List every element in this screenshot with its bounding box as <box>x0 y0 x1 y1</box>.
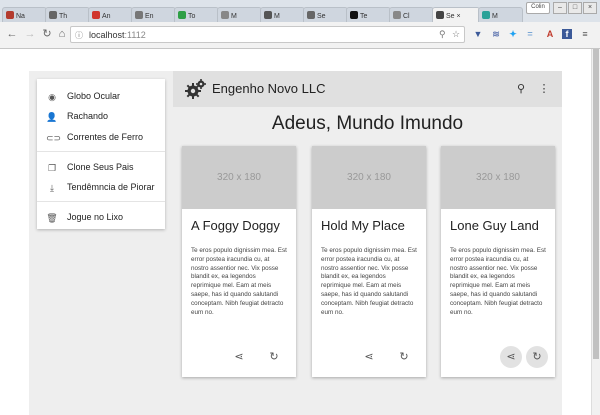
divider <box>37 151 165 152</box>
card-title: A Foggy Doggy <box>191 218 280 233</box>
minimize-button[interactable]: – <box>553 2 567 14</box>
card-text: Te eros populo dignissim mea. Est error … <box>450 247 546 316</box>
extension-icon[interactable]: ▼ <box>473 29 483 39</box>
page-scrollbar[interactable] <box>591 49 600 415</box>
app-title: Engenho Novo LLC <box>212 81 326 96</box>
tab-close-icon[interactable]: × <box>457 13 461 20</box>
share-icon: ⋖ <box>364 351 374 363</box>
favicon-icon <box>49 11 57 19</box>
maximize-button[interactable]: □ <box>568 2 582 14</box>
drawer-item-link[interactable]: ⊂⊃ Correntes de Ferro <box>37 127 165 147</box>
share-icon: ⋖ <box>234 351 244 363</box>
url-text: localhost:1112 <box>89 30 146 40</box>
browser-tab[interactable]: Se <box>303 7 348 22</box>
search-button[interactable]: ⚲ <box>514 82 528 96</box>
share-icon: ⋖ <box>506 351 516 363</box>
drawer-item-download[interactable]: ⤓ Tendêmncia de Piorar <box>37 177 165 197</box>
favicon-icon <box>264 11 272 19</box>
browser-tab[interactable]: Cl <box>389 7 434 22</box>
forward-icon[interactable]: → <box>24 28 36 40</box>
extension-icon[interactable]: A <box>545 29 555 39</box>
app-header: Engenho Novo LLC ⚲ ⋮ <box>173 71 562 107</box>
scrollbar-thumb[interactable] <box>593 49 599 359</box>
favicon-icon <box>178 11 186 19</box>
drawer-item-eye[interactable]: ◉ Globo Ocular <box>37 86 165 106</box>
more-vert-icon: ⋮ <box>538 83 550 95</box>
browser-tab[interactable]: An <box>88 7 133 22</box>
copy-icon: ❐ <box>47 163 57 173</box>
card-image-placeholder: 320 x 180 <box>182 146 296 209</box>
trash-icon: 🗑 <box>46 213 58 223</box>
card: 320 x 180 Lone Guy Land Te eros populo d… <box>441 146 555 377</box>
browser-tab[interactable]: En <box>131 7 176 22</box>
search-icon: ⚲ <box>516 83 526 95</box>
favicon-icon <box>135 11 143 19</box>
page-viewport: ◉ Globo Ocular 👤 Rachando ⊂⊃ Correntes d… <box>0 49 591 415</box>
search-icon[interactable]: ⚲ <box>439 29 446 40</box>
refresh-icon: ↻ <box>269 351 279 363</box>
refresh-button[interactable]: ↻ <box>393 346 415 368</box>
link-icon: ⊂⊃ <box>46 133 62 143</box>
favicon-icon <box>307 11 315 19</box>
browser-tab[interactable]: Te <box>346 7 391 22</box>
favicon-icon <box>393 11 401 19</box>
favicon-icon <box>221 11 229 19</box>
browser-toolbar: ← → ↻ ⌂ ⓘ localhost:1112 ⚲ ☆ ▼ ≋ ✦ = A f… <box>0 22 600 49</box>
reload-icon[interactable]: ↻ <box>41 28 53 40</box>
share-button[interactable]: ⋖ <box>500 346 522 368</box>
address-bar[interactable]: ⓘ localhost:1112 ⚲ ☆ <box>70 26 465 43</box>
card-image-placeholder: 320 x 180 <box>441 146 555 209</box>
divider <box>37 201 165 202</box>
extension-icon[interactable]: = <box>525 29 535 39</box>
browser-tab-strip: Na Th An En To M M Se Te Cl Se × M Colin… <box>0 0 600 22</box>
page-title: Adeus, Mundo Imundo <box>271 113 464 134</box>
app-root: ◉ Globo Ocular 👤 Rachando ⊂⊃ Correntes d… <box>29 71 562 415</box>
card: 320 x 180 Hold My Place Te eros populo d… <box>312 146 426 377</box>
more-vert-button[interactable]: ⋮ <box>537 82 551 96</box>
refresh-icon: ↻ <box>532 351 542 363</box>
favicon-icon <box>92 11 100 19</box>
refresh-button[interactable]: ↻ <box>263 346 285 368</box>
card-image-placeholder: 320 x 180 <box>312 146 426 209</box>
extension-icon[interactable]: ≋ <box>491 29 501 39</box>
card-text: Te eros populo dignissim mea. Est error … <box>321 247 417 316</box>
bookmark-star-icon[interactable]: ☆ <box>452 29 460 40</box>
favicon-icon <box>436 11 444 19</box>
download-icon: ⤓ <box>50 183 54 193</box>
refresh-icon: ↻ <box>399 351 409 363</box>
card-text: Te eros populo dignissim mea. Est error … <box>191 247 287 316</box>
favicon-icon <box>350 11 358 19</box>
browser-tab[interactable]: M <box>260 7 305 22</box>
drawer-item-copy[interactable]: ❐ Clone Seus Pais <box>37 157 165 177</box>
eye-icon: ◉ <box>48 92 56 102</box>
share-button[interactable]: ⋖ <box>358 346 380 368</box>
browser-tab[interactable]: M <box>478 7 523 22</box>
user-profile-chip[interactable]: Colin <box>526 2 550 14</box>
browser-tab[interactable]: M <box>217 7 262 22</box>
card-title: Hold My Place <box>321 218 405 233</box>
browser-tab[interactable]: To <box>174 7 219 22</box>
twitter-icon[interactable]: ✦ <box>508 29 518 39</box>
share-button[interactable]: ⋖ <box>228 346 250 368</box>
browser-tab-active[interactable]: Se × <box>432 7 480 22</box>
drawer-item-person-add[interactable]: 👤 Rachando <box>37 106 165 126</box>
close-window-button[interactable]: × <box>583 2 597 14</box>
page-info-icon[interactable]: ⓘ <box>75 30 84 40</box>
drawer-item-trash[interactable]: 🗑 Jogue no Lixo <box>37 207 165 227</box>
back-icon[interactable]: ← <box>6 28 18 40</box>
nav-drawer: ◉ Globo Ocular 👤 Rachando ⊂⊃ Correntes d… <box>37 79 165 229</box>
menu-icon[interactable]: ≡ <box>580 29 590 39</box>
home-icon[interactable]: ⌂ <box>56 28 68 40</box>
card: 320 x 180 A Foggy Doggy Te eros populo d… <box>182 146 296 377</box>
favicon-icon <box>6 11 14 19</box>
favicon-icon <box>482 11 490 19</box>
person-add-icon: 👤 <box>46 112 58 122</box>
facebook-icon[interactable]: f <box>562 29 572 39</box>
browser-tab[interactable]: Na <box>2 7 47 22</box>
card-title: Lone Guy Land <box>450 218 539 233</box>
gears-icon <box>185 79 206 99</box>
refresh-button[interactable]: ↻ <box>526 346 548 368</box>
browser-tab[interactable]: Th <box>45 7 90 22</box>
